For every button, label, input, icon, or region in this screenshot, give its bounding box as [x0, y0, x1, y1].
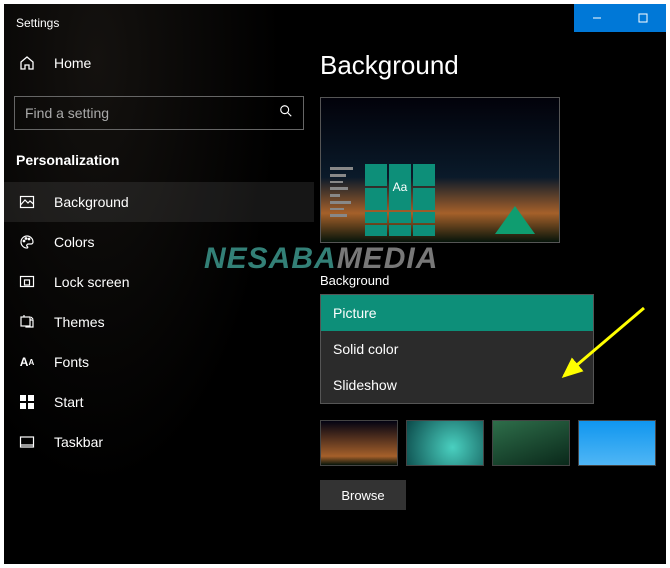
- taskbar-icon: [18, 433, 36, 451]
- dropdown-option-solid-color[interactable]: Solid color: [321, 331, 593, 367]
- recent-images: [320, 420, 666, 466]
- settings-window: Settings Home Personalization Background: [4, 4, 666, 564]
- themes-icon: [18, 313, 36, 331]
- sidebar-item-colors[interactable]: Colors: [4, 222, 314, 262]
- sidebar-item-background[interactable]: Background: [4, 182, 314, 222]
- lockscreen-icon: [18, 273, 36, 291]
- sidebar-item-label: Fonts: [54, 354, 89, 370]
- background-field-label: Background: [314, 243, 666, 294]
- main-pane: Background Aa Background Picture: [314, 4, 666, 564]
- background-preview: Aa: [320, 97, 560, 243]
- recent-image-3[interactable]: [492, 420, 570, 466]
- sidebar-item-label: Colors: [54, 234, 94, 250]
- minimize-button[interactable]: [574, 4, 620, 32]
- sidebar-item-themes[interactable]: Themes: [4, 302, 314, 342]
- sidebar-item-start[interactable]: Start: [4, 382, 314, 422]
- recent-image-2[interactable]: [406, 420, 484, 466]
- recent-image-4[interactable]: [578, 420, 656, 466]
- preview-tile-aa: Aa: [389, 164, 411, 210]
- background-dropdown[interactable]: Picture Solid color Slideshow: [320, 294, 666, 406]
- home-label: Home: [54, 55, 91, 71]
- sidebar-item-label: Themes: [54, 314, 105, 330]
- dropdown-option-picture[interactable]: Picture: [321, 295, 593, 331]
- preview-image-tent: [495, 206, 535, 234]
- home-icon: [18, 54, 36, 72]
- category-header: Personalization: [4, 144, 314, 182]
- recent-image-1[interactable]: [320, 420, 398, 466]
- start-icon: [18, 393, 36, 411]
- sidebar-item-fonts[interactable]: AA Fonts: [4, 342, 314, 382]
- page-title: Background: [314, 32, 666, 97]
- fonts-icon: AA: [18, 353, 36, 371]
- search-icon: [279, 104, 293, 123]
- sidebar-item-label: Start: [54, 394, 84, 410]
- titlebar: [314, 4, 666, 32]
- sidebar-item-lock-screen[interactable]: Lock screen: [4, 262, 314, 302]
- preview-start-overlay: Aa: [327, 164, 435, 236]
- sidebar-item-label: Taskbar: [54, 434, 103, 450]
- sidebar-item-label: Lock screen: [54, 274, 129, 290]
- sidebar-item-label: Background: [54, 194, 129, 210]
- sidebar-search[interactable]: [14, 96, 304, 130]
- sidebar-item-taskbar[interactable]: Taskbar: [4, 422, 314, 462]
- palette-icon: [18, 233, 36, 251]
- home-nav[interactable]: Home: [4, 44, 314, 82]
- maximize-button[interactable]: [620, 4, 666, 32]
- sidebar: Settings Home Personalization Background: [4, 4, 314, 564]
- picture-icon: [18, 193, 36, 211]
- dropdown-list: Picture Solid color Slideshow: [320, 294, 594, 404]
- window-title: Settings: [4, 12, 314, 44]
- dropdown-option-slideshow[interactable]: Slideshow: [321, 367, 593, 403]
- search-input[interactable]: [25, 105, 279, 121]
- browse-button[interactable]: Browse: [320, 480, 406, 510]
